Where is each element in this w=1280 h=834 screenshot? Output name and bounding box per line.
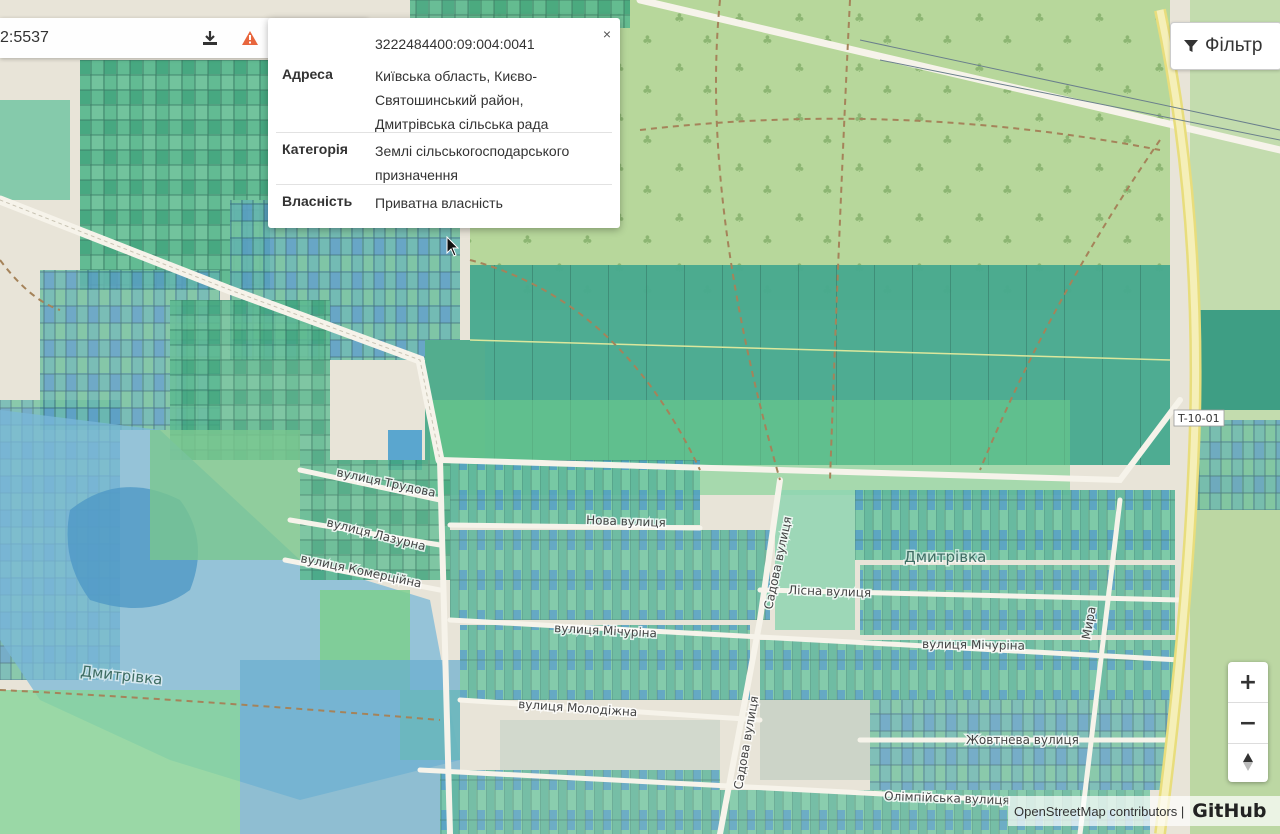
- report-button[interactable]: [230, 18, 270, 58]
- green-parcel: [150, 430, 300, 560]
- zoom-out-button[interactable]: −: [1228, 702, 1268, 744]
- download-button[interactable]: [190, 18, 230, 58]
- street-label: Жовтнева вулиця: [966, 733, 1079, 747]
- download-icon: [203, 31, 217, 45]
- compass-arrow-icon: [1243, 753, 1253, 771]
- zoom-controls: + −: [1228, 662, 1268, 782]
- popup-key: Категорія: [282, 141, 348, 157]
- map-attribution: OpenStreetMap contributors | GitHub: [1008, 796, 1280, 826]
- popup-value: Приватна власність: [375, 195, 503, 211]
- cadastral-map[interactable]: ♣ ♣: [0, 0, 1280, 834]
- popup-row-ownership: Власність Приватна власність: [276, 184, 612, 221]
- village-block-east: [1195, 420, 1280, 510]
- parcel-area: [0, 690, 240, 834]
- village-block: [500, 720, 720, 770]
- reset-north-button[interactable]: [1228, 742, 1268, 782]
- place-label-dmytrivka: Дмитрівка: [904, 548, 986, 566]
- village-block: [450, 530, 770, 620]
- filter-label: Фільтр: [1205, 35, 1263, 56]
- street-label: вулиця Мічуріна: [922, 637, 1025, 653]
- close-icon[interactable]: ×: [600, 26, 614, 42]
- coordinates-readout: 2:5537: [0, 29, 49, 46]
- street-label: Лісна вулиця: [788, 583, 871, 600]
- funnel-icon: [1184, 40, 1198, 52]
- parcel-info-popup: 3222484400:09:004:0041 × Адреса Київська…: [268, 18, 620, 228]
- field-strips-east: [1195, 310, 1280, 410]
- popup-key: Адреса: [282, 66, 333, 82]
- street-label: Нова вулиця: [586, 513, 666, 530]
- attribution-text[interactable]: OpenStreetMap contributors |: [1014, 804, 1184, 819]
- road-ref-label: T-10-01: [1177, 412, 1220, 425]
- popup-value: Київська область, Києво-Святошинський ра…: [375, 68, 549, 132]
- village-block: [775, 490, 855, 630]
- parcel-cluster: [0, 100, 70, 200]
- popup-value: Землі сільськогосподарського призначення: [375, 143, 570, 183]
- village-block: [760, 700, 870, 780]
- github-link[interactable]: GitHub: [1192, 800, 1266, 822]
- popup-key: Власність: [282, 193, 353, 209]
- popup-row-address: Адреса Київська область, Києво-Святошинс…: [276, 58, 612, 132]
- popup-row-category: Категорія Землі сільськогосподарського п…: [276, 132, 612, 185]
- parcel-area: [240, 660, 460, 834]
- village-block: [855, 490, 1175, 560]
- warning-icon: [242, 31, 258, 45]
- cadastral-number: 3222484400:09:004:0041: [375, 36, 535, 52]
- mouse-cursor-icon: [446, 236, 460, 257]
- filter-button[interactable]: Фільтр: [1170, 22, 1280, 70]
- zoom-in-button[interactable]: +: [1228, 662, 1268, 702]
